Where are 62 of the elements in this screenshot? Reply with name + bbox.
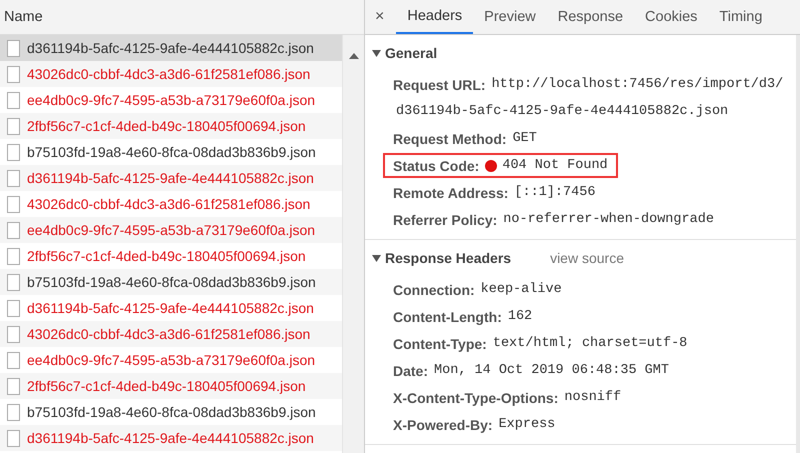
file-icon — [7, 92, 20, 108]
request-row[interactable]: 2fbf56c7-c1cf-4ded-b49c-180405f00694.json — [0, 113, 342, 139]
file-icon — [7, 378, 20, 394]
section-header[interactable]: Response Headers — [365, 250, 512, 266]
tab[interactable]: Cookies — [634, 0, 708, 34]
request-row[interactable]: 43026dc0-cbbf-4dc3-a3d6-61f2581ef086.json — [0, 61, 342, 87]
file-icon — [7, 222, 20, 238]
section-header[interactable]: General — [365, 45, 438, 61]
file-icon — [7, 248, 20, 264]
header-name: X-Powered-By: — [393, 416, 493, 432]
file-icon — [7, 430, 20, 446]
file-icon — [7, 196, 20, 212]
scroll-up-icon[interactable] — [348, 53, 359, 59]
header-value: 404 Not Found — [502, 158, 608, 173]
header-value: Express — [498, 417, 556, 432]
request-row[interactable]: 43026dc0-cbbf-4dc3-a3d6-61f2581ef086.json — [0, 321, 342, 347]
request-row[interactable]: 2fbf56c7-c1cf-4ded-b49c-180405f00694.json — [0, 373, 342, 399]
header-name: Remote Address: — [393, 184, 508, 200]
file-icon — [7, 144, 20, 160]
tab[interactable]: Preview — [473, 0, 547, 34]
header-name: Content-Type: — [393, 336, 487, 352]
file-icon — [7, 66, 20, 82]
tab[interactable]: Headers — [396, 0, 474, 34]
file-icon — [7, 404, 20, 420]
tab[interactable]: Timing — [708, 0, 774, 34]
header-name: Referrer Policy: — [393, 212, 498, 228]
header-value: d361194b-5afc-4125-9afe-4e444105882c.json — [396, 104, 728, 119]
request-row[interactable]: d361194b-5afc-4125-9afe-4e444105882c.json — [0, 165, 342, 191]
view-source-link[interactable]: view source — [550, 250, 624, 266]
header-name: Date: — [393, 362, 428, 378]
header-name: Connection: — [393, 282, 475, 298]
file-icon — [7, 170, 20, 186]
header-name: Request URL: — [393, 76, 486, 92]
file-icon — [7, 352, 20, 368]
request-row[interactable]: d361194b-5afc-4125-9afe-4e444105882c.json — [0, 425, 342, 451]
file-icon — [7, 274, 20, 290]
header-value: Mon, 14 Oct 2019 06:48:35 GMT — [434, 363, 669, 378]
close-button[interactable]: × — [365, 0, 396, 34]
caret-icon — [372, 254, 381, 262]
header-value: nosniff — [564, 390, 622, 405]
header-name: Status Code: — [393, 158, 480, 174]
header-value: keep-alive — [480, 282, 562, 297]
header-name: Content-Length: — [393, 308, 502, 324]
header-value: 162 — [508, 309, 532, 324]
file-icon — [7, 40, 20, 56]
caret-icon — [372, 50, 381, 56]
header-value: [::1]:7456 — [514, 185, 596, 200]
header-value: GET — [512, 131, 537, 146]
file-icon — [7, 300, 20, 316]
header-value: text/html; charset=utf-8 — [492, 336, 688, 351]
request-row[interactable]: d361194b-5afc-4125-9afe-4e444105882c.json — [0, 35, 342, 61]
header-value: no-referrer-when-downgrade — [503, 212, 714, 227]
column-header[interactable]: Name — [4, 9, 43, 25]
header-name: X-Content-Type-Options: — [393, 390, 558, 406]
request-row[interactable]: ee4db0c9-9fc7-4595-a53b-a73179e60f0a.json — [0, 217, 342, 243]
file-icon — [7, 118, 20, 134]
scrollbar[interactable] — [342, 35, 364, 453]
header-name: Request Method: — [393, 130, 507, 146]
header-value: http://localhost:7456/res/import/d3/ — [492, 77, 784, 92]
request-row[interactable]: b75103fd-19a8-4e60-8fca-08dad3b836b9.json — [0, 269, 342, 295]
tab[interactable]: Response — [546, 0, 634, 34]
file-icon — [7, 326, 20, 342]
